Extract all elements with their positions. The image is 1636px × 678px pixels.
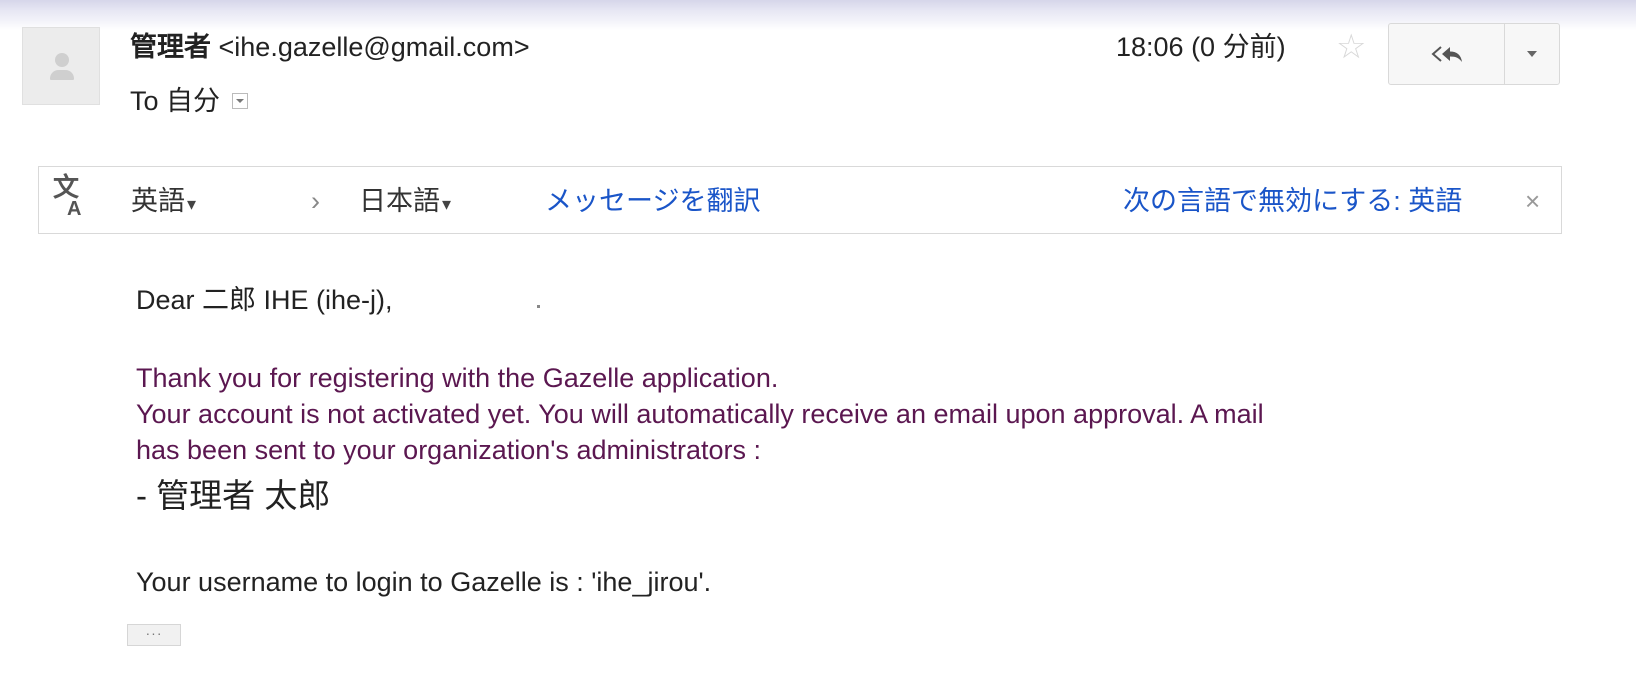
- target-language-select[interactable]: 日本語 ▾: [359, 167, 451, 238]
- show-trimmed-content-button[interactable]: ···: [127, 624, 181, 646]
- reply-button-group: [1388, 23, 1560, 85]
- sender-email: <ihe.gazelle@gmail.com>: [218, 32, 530, 62]
- greeting: Dear 二郎 IHE (ihe-j),: [136, 285, 393, 315]
- chevron-down-icon: [1527, 51, 1537, 57]
- dot: [537, 305, 540, 308]
- translate-bar: 文 A 英語 ▾ › 日本語 ▾ メッセージを翻訳 次の言語で無効にする: 英語 ×: [38, 166, 1562, 234]
- target-language-label: 日本語: [359, 186, 440, 216]
- message-line-1: Thank you for registering with the Gazel…: [136, 363, 779, 393]
- recipient-name: 自分: [166, 86, 221, 116]
- sender-name[interactable]: 管理者: [130, 32, 211, 62]
- arrow-right-icon: ›: [311, 186, 320, 216]
- avatar-head: [55, 53, 69, 67]
- disable-translation-link[interactable]: 次の言語で無効にする: 英語: [1123, 167, 1462, 235]
- to-label: To: [130, 86, 159, 116]
- avatar-body: [50, 70, 74, 80]
- avatar: [22, 27, 100, 105]
- star-outline-icon[interactable]: ☆: [1336, 28, 1366, 66]
- message-line-2: Your account is not activated yet. You w…: [136, 399, 1264, 429]
- caret-down-icon: ▾: [187, 194, 197, 214]
- recipient-line: To 自分: [130, 84, 249, 118]
- source-language-label: 英語: [131, 186, 185, 216]
- timestamp: 18:06 (0 分前): [1116, 32, 1286, 62]
- more-options-button[interactable]: [1505, 24, 1559, 84]
- reply-button[interactable]: [1389, 24, 1505, 84]
- close-icon[interactable]: ×: [1525, 167, 1540, 235]
- message-line-3: has been sent to your organization's adm…: [136, 435, 761, 465]
- caret-down-icon: ▾: [442, 194, 452, 214]
- username-line: Your username to login to Gazelle is : '…: [136, 567, 712, 597]
- reply-icon: [1430, 46, 1462, 62]
- translate-message-link[interactable]: メッセージを翻訳: [545, 167, 760, 235]
- details-dropdown-icon[interactable]: [232, 93, 249, 109]
- administrator-name: - 管理者 太郎: [136, 477, 331, 514]
- source-language-select[interactable]: 英語 ▾: [131, 167, 196, 238]
- sender-line: 管理者 <ihe.gazelle@gmail.com>: [130, 30, 530, 64]
